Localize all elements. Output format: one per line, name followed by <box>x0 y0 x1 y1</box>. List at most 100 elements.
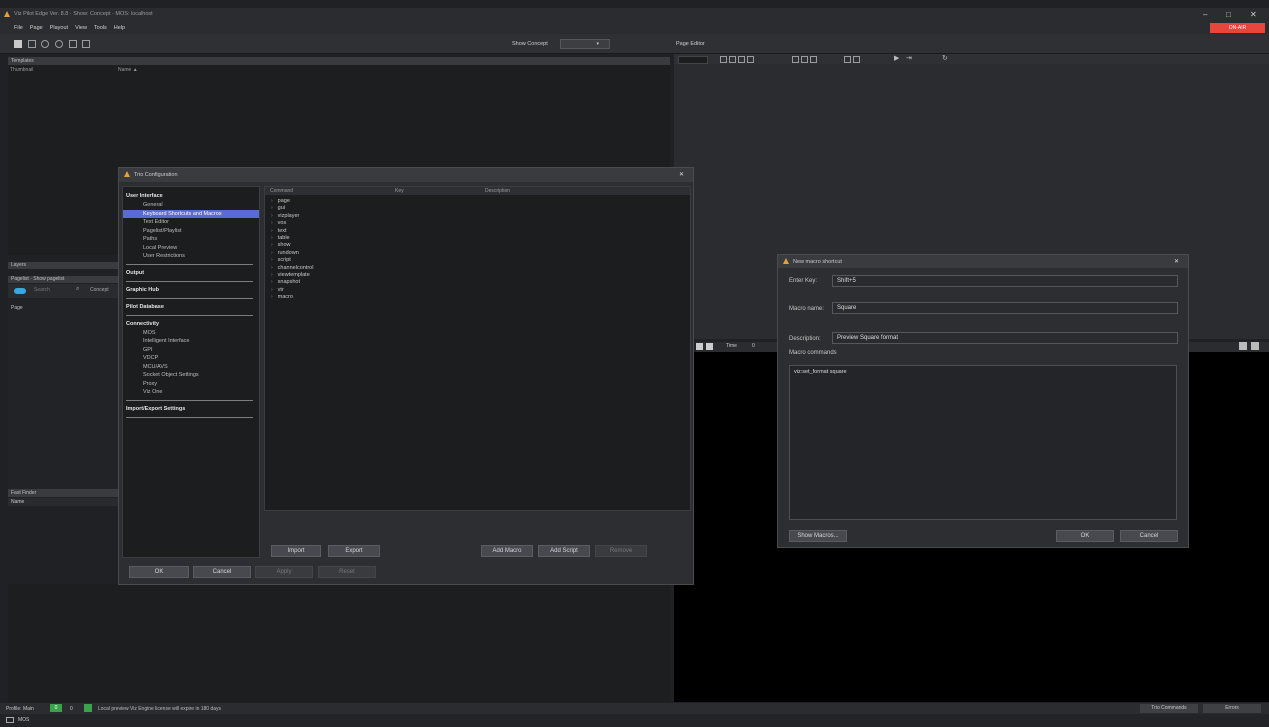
menu-tools[interactable]: Tools <box>94 25 107 31</box>
show-macros-button[interactable]: Show Macros... <box>789 530 847 542</box>
remove-button[interactable]: Remove <box>595 545 647 557</box>
key-column-header[interactable]: Key <box>395 188 404 194</box>
import-button[interactable]: Import <box>271 545 321 557</box>
play-icon[interactable]: ▶ <box>894 54 899 62</box>
command-tree-item[interactable]: › vos <box>265 220 690 227</box>
on-air-badge[interactable]: ON-AIR <box>1210 23 1265 33</box>
snapshot-icon[interactable] <box>844 56 851 63</box>
show-concept-dropdown[interactable]: ▾ <box>560 39 610 49</box>
continue-icon[interactable]: ⇥ <box>906 54 912 62</box>
menu-file[interactable]: File <box>14 25 23 31</box>
command-tree-item[interactable]: › script <box>265 257 690 264</box>
preview-expand-icon[interactable] <box>1251 342 1259 350</box>
align-icon[interactable] <box>729 56 736 63</box>
nav-vdcp[interactable]: VDCP <box>123 354 259 363</box>
nav-import-export-settings[interactable]: Import/Export Settings <box>123 404 259 414</box>
nav-intelligent-interface[interactable]: Intelligent Interface <box>123 337 259 346</box>
macro-name-field[interactable]: Square <box>832 302 1178 314</box>
copy-icon[interactable] <box>792 56 799 63</box>
chevron-right-icon[interactable]: › <box>271 294 273 300</box>
chevron-right-icon[interactable]: › <box>271 235 273 241</box>
thumbnail-column-header[interactable]: Thumbnail <box>10 67 33 73</box>
page-number-field[interactable] <box>678 56 708 64</box>
search-icon[interactable]: ⌕ <box>76 286 79 293</box>
close-button[interactable]: ✕ <box>1250 10 1257 19</box>
nav-mos[interactable]: MOS <box>123 329 259 338</box>
command-tree-item[interactable]: › show <box>265 242 690 249</box>
menu-playout[interactable]: Playout <box>50 25 68 31</box>
menu-view[interactable]: View <box>75 25 87 31</box>
chevron-right-icon[interactable]: › <box>271 265 273 271</box>
chevron-right-icon[interactable]: › <box>271 242 273 248</box>
command-tree-item[interactable]: › viewtemplate <box>265 272 690 279</box>
menu-page[interactable]: Page <box>30 25 43 31</box>
nav-text-editor[interactable]: Text Editor <box>123 218 259 227</box>
macro-ok-button[interactable]: OK <box>1056 530 1114 542</box>
nav-connectivity[interactable]: Connectivity <box>123 319 259 329</box>
paste-icon[interactable] <box>801 56 808 63</box>
trio-apply-button[interactable]: Apply <box>255 566 313 578</box>
command-tree-item[interactable]: › channelcontrol <box>265 265 690 272</box>
nav-paths[interactable]: Paths <box>123 235 259 244</box>
nav-pagelist-playlist[interactable]: Pagelist/Playlist <box>123 227 259 236</box>
open-folder-icon[interactable] <box>14 40 22 48</box>
chevron-right-icon[interactable]: › <box>271 213 273 219</box>
errors-button[interactable]: Errors <box>1203 704 1261 713</box>
stop-icon[interactable] <box>696 343 703 350</box>
chevron-right-icon[interactable]: › <box>271 205 273 211</box>
macro-dialog-close-icon[interactable]: ✕ <box>1174 258 1179 265</box>
settings-icon[interactable] <box>55 40 64 48</box>
chevron-right-icon[interactable]: › <box>271 228 273 234</box>
concept-filter[interactable]: Concept <box>90 287 109 293</box>
chevron-right-icon[interactable]: › <box>271 250 273 256</box>
nav-socket-object-settings[interactable]: Socket Object Settings <box>123 371 259 380</box>
nav-pilot-database[interactable]: Pilot Database <box>123 302 259 312</box>
preview-icon[interactable] <box>68 40 77 48</box>
align-icon[interactable] <box>747 56 754 63</box>
command-tree-item[interactable]: › table <box>265 235 690 242</box>
nav-user-restrictions[interactable]: User Restrictions <box>123 252 259 261</box>
command-tree-item[interactable]: › vizplayer <box>265 213 690 220</box>
enter-key-field[interactable]: Shift+5 <box>832 275 1178 287</box>
pause-icon[interactable] <box>706 343 713 350</box>
command-tree-item[interactable]: › text <box>265 228 690 235</box>
nav-graphic-hub[interactable]: Graphic Hub <box>123 285 259 295</box>
nav-local-preview[interactable]: Local Preview <box>123 244 259 253</box>
align-icon[interactable] <box>738 56 745 63</box>
trio-commands-button[interactable]: Trio Commands <box>1140 704 1198 713</box>
window-icon[interactable] <box>82 40 91 48</box>
reload-icon[interactable]: ↻ <box>942 54 948 62</box>
macro-commands-textarea[interactable]: viz:set_format square <box>789 365 1177 520</box>
new-page-icon[interactable] <box>27 40 36 48</box>
nav-proxy[interactable]: Proxy <box>123 380 259 389</box>
chevron-right-icon[interactable]: › <box>271 198 273 204</box>
add-macro-button[interactable]: Add Macro <box>481 545 533 557</box>
command-tree-item[interactable]: › page <box>265 198 690 205</box>
chevron-right-icon[interactable]: › <box>271 272 273 278</box>
trio-ok-button[interactable]: OK <box>129 566 189 578</box>
command-tree-item[interactable]: › snapshot <box>265 279 690 286</box>
nav-mcu-avs[interactable]: MCU/AVS <box>123 363 259 372</box>
chevron-right-icon[interactable]: › <box>271 279 273 285</box>
snapshot-icon[interactable] <box>853 56 860 63</box>
nav-user-interface[interactable]: User Interface <box>123 191 259 201</box>
cut-icon[interactable] <box>810 56 817 63</box>
page-column-header[interactable]: Page <box>11 305 23 311</box>
maximize-button[interactable]: □ <box>1226 10 1231 19</box>
command-tree-item[interactable]: › vtr <box>265 287 690 294</box>
add-script-button[interactable]: Add Script <box>538 545 590 557</box>
description-column-header[interactable]: Description <box>485 188 510 194</box>
nav-keyboard-shortcuts-and-macros[interactable]: Keyboard Shortcuts and Macros <box>123 209 259 218</box>
name-column-header[interactable]: Name ▲ <box>118 67 138 73</box>
trio-cancel-button[interactable]: Cancel <box>193 566 251 578</box>
description-field[interactable]: Preview Square format <box>832 332 1178 344</box>
toggle-switch[interactable] <box>14 288 26 294</box>
search-input[interactable]: Search <box>34 287 50 293</box>
command-tree-item[interactable]: › macro <box>265 294 690 301</box>
export-button[interactable]: Export <box>328 545 380 557</box>
trio-config-close-icon[interactable]: ✕ <box>679 171 684 178</box>
fast-finder-name-column[interactable]: Name <box>8 498 120 506</box>
align-icon[interactable] <box>720 56 727 63</box>
refresh-icon[interactable] <box>41 40 50 48</box>
preview-settings-icon[interactable] <box>1239 342 1247 350</box>
